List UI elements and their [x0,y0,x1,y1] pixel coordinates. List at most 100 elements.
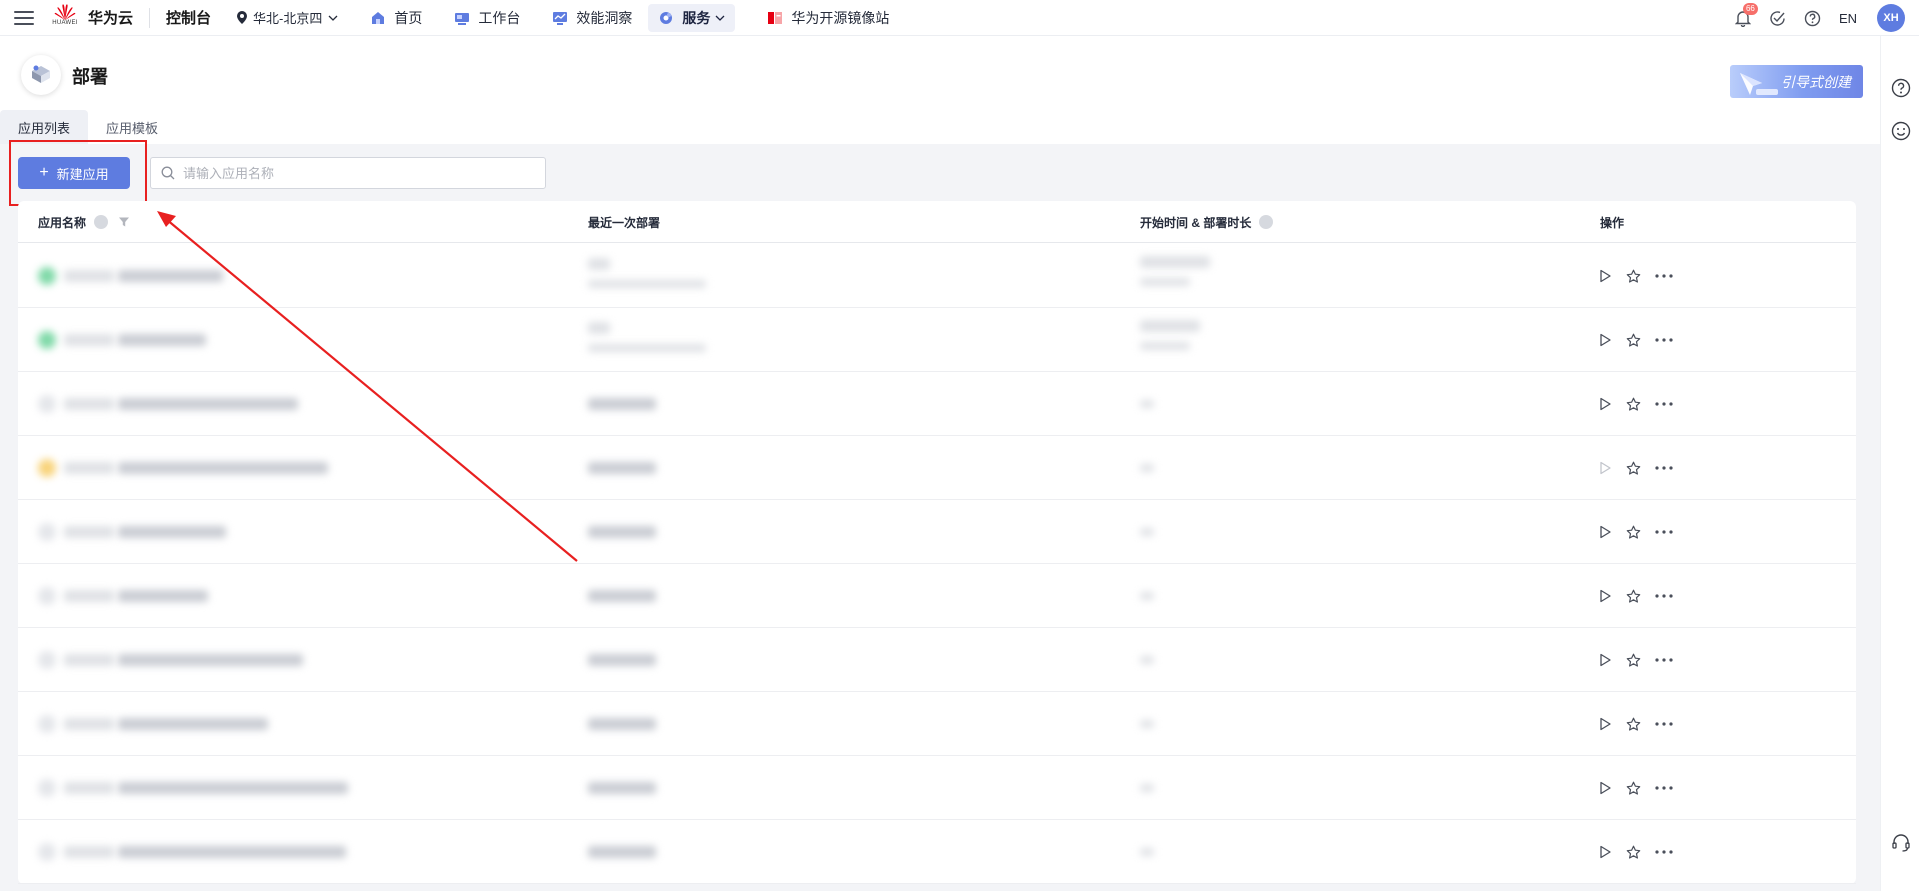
more-icon [1655,722,1673,726]
table-row[interactable] [18,372,1856,436]
nav-workbench[interactable]: 工作台 [454,4,520,32]
start-time [1140,464,1154,472]
tab-app-template[interactable]: 应用模板 [88,110,176,144]
more-button[interactable] [1655,466,1673,470]
app-name[interactable] [118,846,346,858]
table-row[interactable] [18,628,1856,692]
deploy-run-button[interactable] [1598,781,1612,795]
app-name[interactable] [118,462,328,474]
todo-button[interactable] [1769,10,1786,27]
table-row[interactable] [18,244,1856,308]
start-time [1140,720,1154,728]
sort-icon[interactable] [94,215,109,229]
favorite-button[interactable] [1626,781,1641,796]
huawei-logo[interactable]: HUAWEI 华为云 [52,3,133,33]
app-name[interactable] [118,334,206,346]
play-icon [1600,589,1611,603]
more-button[interactable] [1655,850,1673,854]
play-icon [1600,525,1611,539]
favorite-button[interactable] [1626,333,1641,348]
nav-service[interactable]: 服务 [648,3,736,32]
favorite-button[interactable] [1626,845,1641,860]
row-actions [1598,308,1687,372]
app-name[interactable] [118,654,303,666]
deploy-icon [32,65,50,83]
deploy-run-button[interactable] [1598,525,1612,539]
guided-create-button[interactable]: 引导式创建 [1730,65,1863,98]
status-icon [38,779,56,797]
more-button[interactable] [1655,530,1673,534]
favorite-button[interactable] [1626,589,1641,604]
question-circle-icon [1804,10,1821,26]
more-button[interactable] [1655,338,1673,342]
deploy-duration [1140,342,1190,350]
nav-home[interactable]: 首页 [370,4,422,32]
sort-icon[interactable] [1259,215,1274,229]
table-row[interactable] [18,756,1856,820]
table-row[interactable] [18,500,1856,564]
more-button[interactable] [1655,594,1673,598]
headset-icon [1892,834,1910,852]
deploy-run-button[interactable] [1598,589,1612,603]
search-input[interactable] [183,165,523,181]
app-name[interactable] [118,398,298,410]
console-link[interactable]: 控制台 [166,7,211,28]
start-time [1140,528,1154,536]
insight-icon [553,11,568,25]
star-icon [1626,845,1641,859]
table-row[interactable] [18,436,1856,500]
notification-bell[interactable]: 66 [1734,2,1758,27]
table-row[interactable] [18,564,1856,628]
app-name[interactable] [118,782,348,794]
deploy-run-button[interactable] [1598,269,1612,283]
table-row[interactable] [18,692,1856,756]
notification-badge: 66 [1742,2,1758,15]
menu-icon[interactable] [14,10,34,25]
favorite-button[interactable] [1626,461,1641,476]
last-deploy-status [588,718,656,730]
more-button[interactable] [1655,402,1673,406]
nav-insight[interactable]: 效能洞察 [552,4,632,32]
nav-mirror[interactable]: 华为开源镜像站 [767,4,889,32]
favorite-button[interactable] [1626,269,1641,284]
region-selector[interactable]: 华北-北京四 [237,8,338,27]
more-button[interactable] [1655,658,1673,662]
app-name-prefix [64,462,114,474]
language-switch[interactable]: EN [1839,11,1857,26]
deploy-run-button[interactable] [1598,717,1612,731]
favorite-button[interactable] [1626,717,1641,732]
service-icon [660,11,673,24]
deploy-run-button[interactable] [1598,845,1612,859]
smiley-icon [1891,121,1911,141]
filter-icon[interactable] [118,216,130,228]
rail-help-button[interactable] [1891,78,1911,101]
deploy-run-button[interactable] [1598,653,1612,667]
app-name[interactable] [118,526,226,538]
more-button[interactable] [1655,786,1673,790]
favorite-button[interactable] [1626,397,1641,412]
avatar[interactable]: XH [1877,4,1905,32]
rail-support-button[interactable] [1891,833,1911,856]
app-name[interactable] [118,718,268,730]
nav-mirror-label: 华为开源镜像站 [791,9,890,26]
more-button[interactable] [1655,274,1673,278]
deploy-run-button[interactable] [1598,397,1612,411]
table-row[interactable] [18,820,1856,884]
start-time [1140,400,1154,408]
search-box[interactable] [150,157,546,189]
more-icon [1655,466,1673,470]
play-icon [1600,397,1611,411]
favorite-button[interactable] [1626,525,1641,540]
help-button[interactable] [1804,10,1821,27]
deploy-run-button[interactable] [1598,461,1612,475]
row-actions [1598,564,1687,628]
app-name[interactable] [118,270,223,282]
rail-feedback-button[interactable] [1891,121,1911,144]
tab-app-list[interactable]: 应用列表 [0,110,89,144]
favorite-button[interactable] [1626,653,1641,668]
more-button[interactable] [1655,722,1673,726]
app-name[interactable] [118,590,208,602]
row-actions [1598,500,1687,564]
deploy-run-button[interactable] [1598,333,1612,347]
table-row[interactable] [18,308,1856,372]
